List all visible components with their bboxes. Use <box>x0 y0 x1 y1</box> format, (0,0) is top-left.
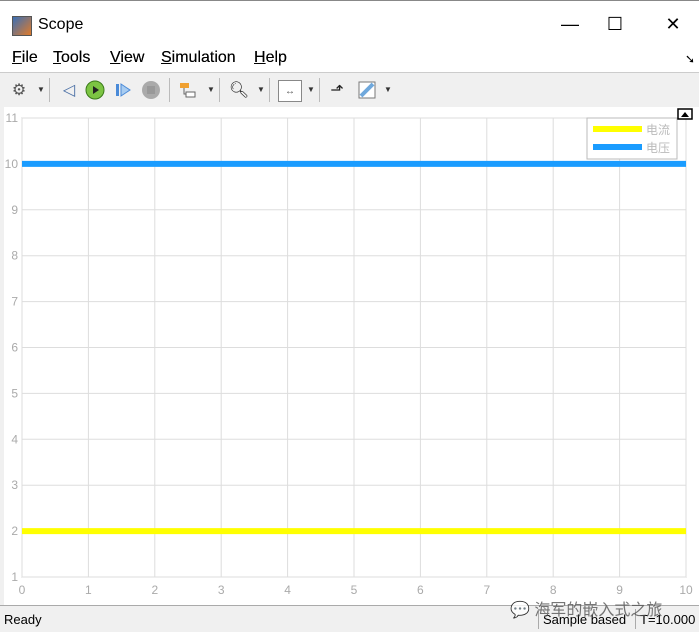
separator <box>269 78 270 102</box>
maximize-button[interactable]: ☐ <box>592 9 638 39</box>
mnemonic: T <box>53 49 61 66</box>
y-tick-label: 2 <box>11 524 18 538</box>
fit-axes-icon[interactable]: ↔ <box>278 80 302 102</box>
menu-tools[interactable]: Tools Tools <box>53 49 90 67</box>
y-tick-label: 4 <box>11 432 18 446</box>
x-tick-label: 0 <box>19 583 26 597</box>
y-tick-label: 7 <box>11 295 18 309</box>
y-tick-label: 11 <box>6 111 19 125</box>
mnemonic: S <box>161 49 172 66</box>
y-tick-label: 3 <box>11 478 18 492</box>
menu-file[interactable]: File File <box>12 49 38 67</box>
y-tick-label: 5 <box>11 386 18 400</box>
label-rest: elp <box>265 49 287 66</box>
menu-help[interactable]: Help Help <box>254 49 287 67</box>
x-tick-label: 2 <box>151 583 158 597</box>
menu-bar: File File Tools Tools View View Simulation S… <box>0 46 699 72</box>
y-tick-label: 8 <box>11 249 18 263</box>
zoom-in-icon[interactable]: 🔍︎ <box>228 80 250 100</box>
legend-label: 电流 <box>646 123 670 137</box>
mnemonic: H <box>254 49 266 66</box>
y-tick-label: 6 <box>11 341 18 355</box>
measurement-ruler-icon[interactable] <box>356 80 378 100</box>
minimize-button[interactable]: — <box>547 9 593 39</box>
settings-icon[interactable]: ⚙ <box>8 80 30 100</box>
undock-arrow-icon[interactable]: ➘ <box>685 52 695 66</box>
settings-dropdown[interactable]: ▼ <box>37 85 45 94</box>
menu-mnemonic-overlay: File <box>12 49 38 67</box>
y-tick-label: 10 <box>5 157 19 171</box>
menu-mnemonic-overlay: Help <box>254 49 287 67</box>
triggers-icon[interactable]: ⬏ <box>326 80 348 100</box>
label-rest: imulation <box>171 49 236 66</box>
zoom-dropdown[interactable]: ▼ <box>257 85 265 94</box>
x-tick-label: 10 <box>679 583 693 597</box>
window-title: Scope <box>38 16 84 33</box>
x-tick-label: 9 <box>616 583 623 597</box>
x-tick-label: 6 <box>417 583 424 597</box>
run-icon[interactable] <box>84 80 106 100</box>
separator <box>49 78 50 102</box>
step-back-icon[interactable]: ◁ <box>58 80 80 100</box>
separator <box>219 78 220 102</box>
x-tick-label: 1 <box>85 583 92 597</box>
x-tick-label: 7 <box>483 583 490 597</box>
menu-mnemonic-overlay: Tools <box>53 49 90 67</box>
x-tick-label: 5 <box>351 583 358 597</box>
menu-mnemonic-overlay: View <box>110 49 144 67</box>
y-tick-label: 9 <box>11 203 18 217</box>
label-rest: ile <box>21 49 38 66</box>
scope-axes[interactable]: 0 1 2 3 4 5 6 7 8 9 101234567891011电流电压 <box>4 107 699 605</box>
watermark: 💬 海军的嵌入式之旅 <box>510 602 663 619</box>
x-tick-label: 3 <box>218 583 225 597</box>
scope-display: 0 1 2 3 4 5 6 7 8 9 10 1 2 3 4 5 6 7 8 9 10 11 电流 电压 <box>0 107 699 605</box>
mnemonic: V <box>110 49 121 66</box>
stop-icon[interactable] <box>140 80 162 100</box>
legend-label: 电压 <box>646 141 670 155</box>
signal-selector-icon[interactable] <box>177 80 199 100</box>
step-forward-icon[interactable] <box>112 80 134 100</box>
signal-dropdown[interactable]: ▼ <box>207 85 215 94</box>
label-rest: ools <box>61 49 91 66</box>
matlab-icon <box>12 16 32 36</box>
mnemonic: F <box>12 49 22 66</box>
x-tick-label: 4 <box>284 583 291 597</box>
close-button[interactable]: ✕ <box>650 9 696 39</box>
label-rest: iew <box>120 49 145 66</box>
ruler-dropdown[interactable]: ▼ <box>384 85 392 94</box>
watermark-text: 海军的嵌入式之旅 <box>534 602 663 619</box>
title-bar: Scope — ☐ ✕ <box>0 0 699 45</box>
separator <box>319 78 320 102</box>
separator <box>169 78 170 102</box>
status-ready: Ready <box>4 612 42 627</box>
fit-dropdown[interactable]: ▼ <box>307 85 315 94</box>
y-tick-label: 1 <box>11 570 18 584</box>
menu-simulation[interactable]: Simulation Simulation <box>161 49 236 67</box>
menu-mnemonic-overlay: Simulation <box>161 49 236 67</box>
menu-view[interactable]: View View <box>110 49 144 67</box>
toolbar: ⚙ ▼ ◁ ▼ 🔍︎ ▼ ↔ ▼ ⬏ ▼ <box>0 72 699 108</box>
x-tick-label: 8 <box>550 583 557 597</box>
